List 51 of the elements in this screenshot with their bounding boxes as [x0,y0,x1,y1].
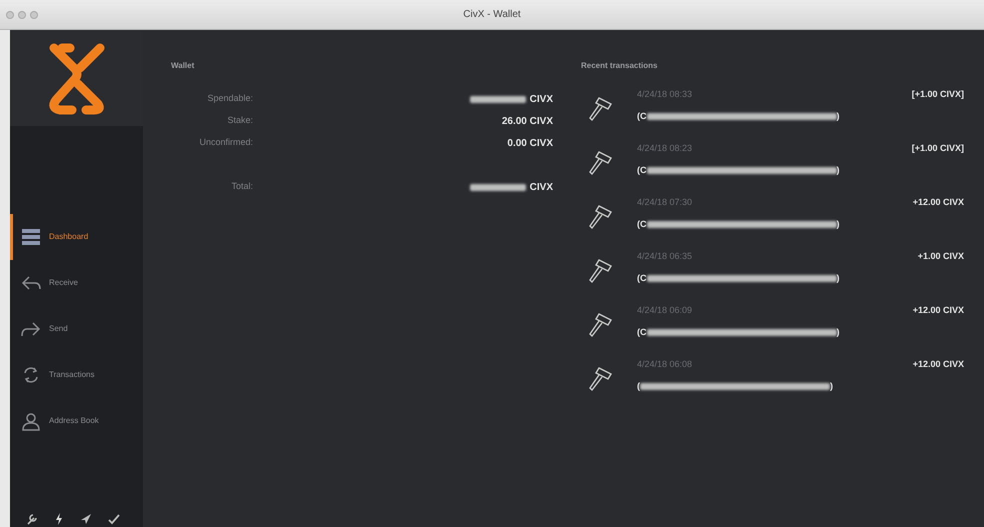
field-label: Stake: [226,114,253,128]
section-title: Wallet [171,60,196,72]
lightning-icon[interactable] [54,513,64,525]
transaction-amount: +12.00 CIVX [912,358,964,371]
transaction-date: 4/24/18 08:23 [637,142,694,155]
transaction-date: 4/24/18 07:30 [637,196,694,209]
sidebar-item[interactable]: Transactions [10,352,143,398]
address-text: (C [637,218,646,231]
address-text: ) [836,110,840,123]
section-title: Recent transactions [581,60,658,72]
hammer-icon [589,312,613,338]
window-title: CivX - Wallet [463,8,521,22]
hammer-icon [589,258,613,284]
transaction-date: 4/24/18 08:33 [637,88,694,101]
hammer-icon [589,366,613,392]
balance-value: CIVX [530,180,553,194]
balance-value: 26.00 CIVX [502,114,553,128]
transaction-amount: +1.00 CIVX [918,250,964,263]
address-text: (C [637,110,646,123]
address-text: ( [637,380,640,393]
hammer-icon [589,96,613,122]
transaction-date: 4/24/18 06:08 [637,358,694,371]
hammer-icon [589,150,613,176]
transaction-amount: +12.00 CIVX [912,196,964,209]
sidebar-item[interactable]: Send [10,306,143,352]
hammer-icon [589,204,613,230]
field-label: Total: [230,180,253,194]
send-icon[interactable] [80,513,92,525]
balance-value: 0.00 CIVX [507,136,553,150]
check-icon[interactable] [108,513,120,525]
address-text: ) [836,164,840,177]
transaction-amount: [+1.00 CIVX] [912,88,964,101]
address-text: (C [637,272,646,285]
field-label: Unconfirmed: [198,136,253,150]
address-text: ) [836,218,840,231]
wrench-icon[interactable] [26,513,38,525]
address-text: ) [836,326,840,339]
transaction-date: 4/24/18 06:09 [637,304,694,317]
person-icon [21,411,41,431]
field-label: Spendable: [206,92,253,106]
address-text: (C [637,164,646,177]
address-text: ) [830,380,833,393]
list-icon [21,227,41,247]
sidebar-item[interactable]: Address Book [10,398,143,444]
sidebar-item[interactable]: Receive [10,260,143,306]
balance-value: CIVX [530,92,553,106]
address-text: (C [637,326,646,339]
address-text: ) [836,272,840,285]
transaction-date: 4/24/18 06:35 [637,250,694,263]
transaction-amount: [+1.00 CIVX] [912,142,964,155]
transaction-amount: +12.00 CIVX [912,304,964,317]
